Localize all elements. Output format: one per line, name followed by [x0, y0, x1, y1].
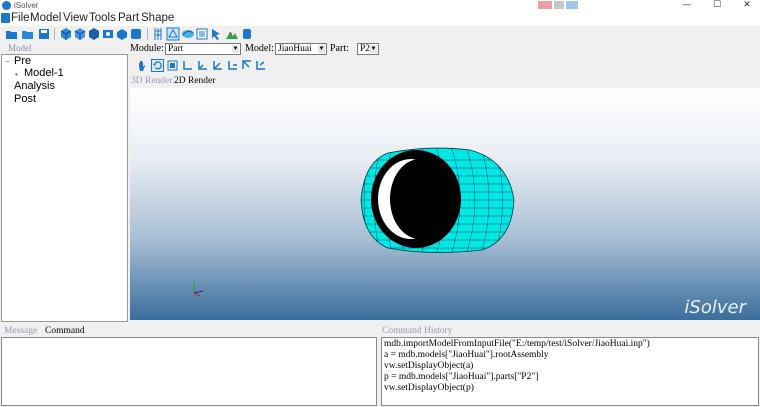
- tab-2d-render[interactable]: 2D Render: [174, 75, 215, 87]
- module-select-value: Part: [168, 44, 184, 54]
- app-logo-icon: [2, 1, 11, 10]
- menu-part[interactable]: Part: [118, 11, 139, 26]
- model-panel-header: Model: [8, 43, 32, 53]
- menu-file[interactable]: File: [11, 11, 30, 26]
- accent-swatch-2: [554, 1, 564, 9]
- tree-item-pre[interactable]: Pre: [14, 55, 31, 67]
- model-select[interactable]: JiaoHuai ▼: [275, 43, 327, 55]
- cube-multi-icon[interactable]: [73, 27, 87, 41]
- material-icon[interactable]: [195, 27, 209, 41]
- pan-hand-icon[interactable]: [136, 59, 149, 72]
- main-toolbar: [0, 26, 760, 43]
- command-history-pane[interactable]: mdb.importModelFromInputFile("E:/temp/te…: [381, 337, 759, 406]
- open-folder-icon[interactable]: [5, 27, 19, 41]
- part-icon[interactable]: [101, 27, 115, 41]
- model-tree: − Pre • Model-1 Analysis Post: [1, 54, 128, 322]
- history-line: p = mdb.models["JiaoHuai"].parts["P2"]: [384, 372, 539, 382]
- view-front-icon[interactable]: [181, 59, 194, 72]
- part-label: Part:: [330, 43, 349, 54]
- model-tree-icon[interactable]: [129, 27, 143, 41]
- axis-triad: [193, 282, 204, 297]
- loads-icon[interactable]: [210, 27, 224, 41]
- close-button[interactable]: ✕: [734, 0, 760, 11]
- model-select-value: JiaoHuai: [278, 44, 312, 54]
- menu-tools[interactable]: Tools: [89, 11, 116, 26]
- mesh-icon[interactable]: [152, 27, 166, 41]
- view-right-icon[interactable]: [226, 59, 239, 72]
- tree-toggle-model-1: •: [15, 70, 18, 79]
- accent-swatch-3: [566, 1, 578, 9]
- message-pane[interactable]: [1, 337, 377, 406]
- tree-item-model-1[interactable]: Model-1: [24, 67, 64, 79]
- tree-toggle-pre[interactable]: −: [5, 57, 10, 66]
- menu-bar: File Model View Tools Part Shape: [0, 11, 760, 26]
- module-label: Module:: [130, 43, 164, 54]
- maximize-button[interactable]: ☐: [704, 0, 730, 11]
- cube-blue-icon[interactable]: [59, 27, 73, 41]
- part-select[interactable]: P2 ▼: [357, 43, 379, 55]
- chevron-down-icon[interactable]: ▼: [232, 45, 239, 53]
- chevron-down-icon[interactable]: ▼: [370, 45, 377, 53]
- view-iso-icon[interactable]: [254, 59, 267, 72]
- view-left-icon[interactable]: [211, 59, 224, 72]
- tab-message[interactable]: Message: [4, 326, 37, 337]
- toolbar-separator: [54, 28, 55, 40]
- rotate-icon[interactable]: [151, 59, 164, 72]
- view-top-icon[interactable]: [240, 59, 253, 72]
- toolbar-separator: [147, 28, 148, 40]
- cylinder-icon[interactable]: [240, 27, 254, 41]
- layers-icon[interactable]: [166, 27, 180, 41]
- chevron-down-icon[interactable]: ▼: [318, 45, 325, 53]
- tree-item-analysis[interactable]: Analysis: [14, 80, 55, 92]
- folder-icon[interactable]: [21, 27, 35, 41]
- tab-3d-render[interactable]: 3D Render: [131, 75, 172, 87]
- cylinder-bore: [390, 159, 450, 239]
- isolver-watermark: iSolver: [684, 297, 746, 318]
- title-bar: iSolver — ☐ ✕: [0, 0, 760, 11]
- minimize-button[interactable]: —: [674, 0, 700, 11]
- menu-view[interactable]: View: [63, 11, 88, 26]
- view-back-icon[interactable]: [196, 59, 209, 72]
- part-select-value: P2: [360, 44, 371, 54]
- assembly-icon[interactable]: [115, 27, 129, 41]
- history-line: a = mdb.models["JiaoHuai"].rootAssembly: [384, 350, 549, 360]
- model-label: Model:: [245, 43, 274, 54]
- zoom-fit-icon[interactable]: [166, 59, 179, 72]
- window-title: iSolver: [14, 1, 39, 10]
- history-line: vw.setDisplayObject(a): [384, 361, 474, 371]
- terrain-icon[interactable]: [225, 27, 239, 41]
- history-line: mdb.importModelFromInputFile("E:/temp/te…: [384, 339, 650, 349]
- menu-shape[interactable]: Shape: [141, 11, 174, 26]
- menu-model[interactable]: Model: [30, 11, 61, 26]
- tab-command[interactable]: Command: [45, 326, 85, 337]
- command-history-header: Command History: [382, 326, 453, 336]
- cube-shade-icon[interactable]: [87, 27, 101, 41]
- property-icon[interactable]: [181, 27, 195, 41]
- mesh-model: [193, 147, 515, 297]
- module-select[interactable]: Part ▼: [165, 43, 241, 55]
- menu-app-icon: [1, 13, 10, 23]
- tree-item-post[interactable]: Post: [14, 93, 36, 105]
- save-icon[interactable]: [37, 27, 51, 41]
- history-line: vw.setDisplayObject(p): [384, 383, 474, 393]
- render-viewport[interactable]: iSolver: [130, 88, 760, 320]
- accent-swatch-1: [538, 1, 552, 9]
